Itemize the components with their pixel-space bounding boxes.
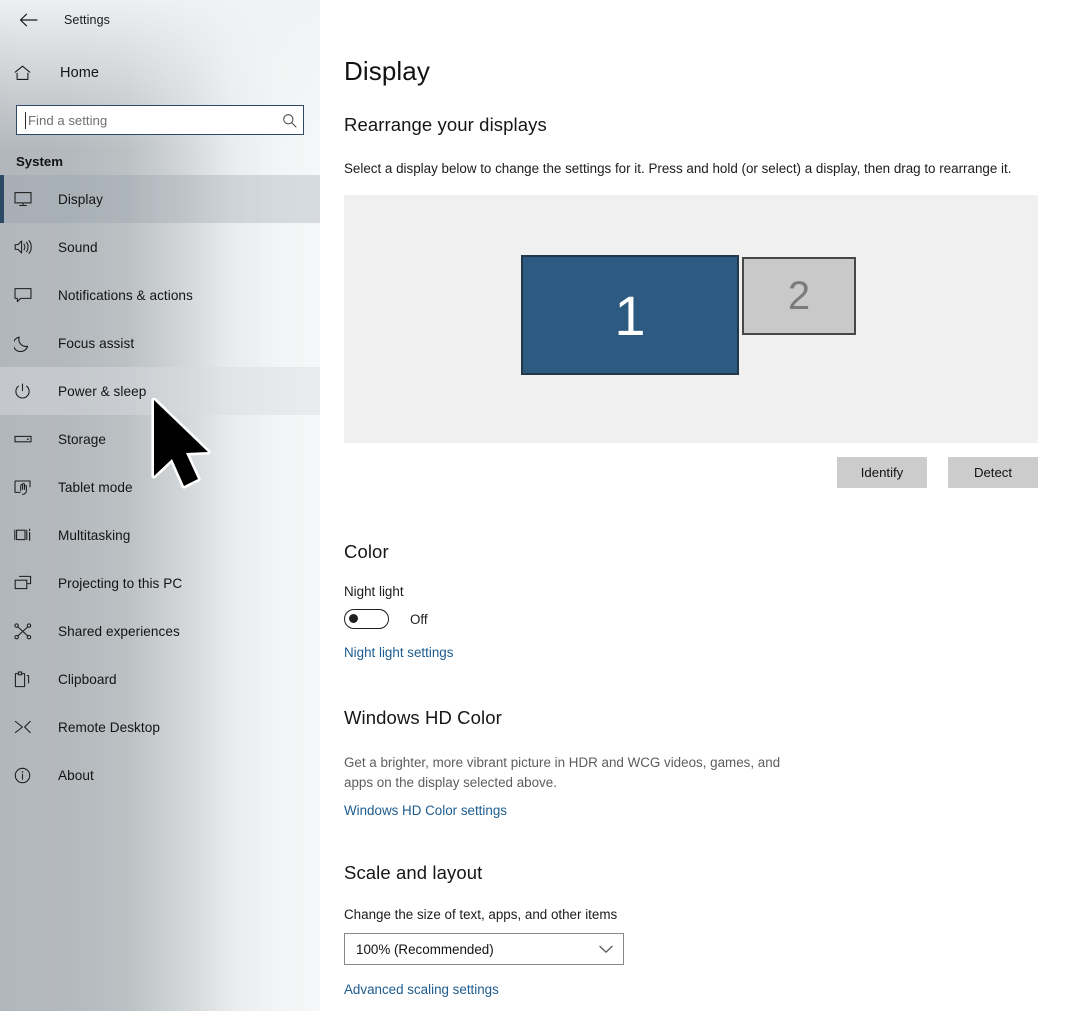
main-content: Display Rearrange your displays Select a… — [320, 0, 1081, 1011]
display-arrangement-canvas[interactable]: 1 2 — [344, 195, 1038, 444]
sidebar-item-label: Notifications & actions — [58, 287, 193, 303]
night-light-state: Off — [410, 611, 428, 627]
speaker-icon — [14, 239, 40, 255]
sidebar-item-focus-assist[interactable]: Focus assist — [0, 319, 320, 367]
sidebar-item-projecting-to-this-pc[interactable]: Projecting to this PC — [0, 559, 320, 607]
advanced-scaling-settings-link[interactable]: Advanced scaling settings — [344, 982, 499, 997]
title-bar: Settings — [0, 0, 320, 40]
hd-color-description: Get a brighter, more vibrant picture in … — [344, 755, 781, 790]
sidebar-item-multitasking[interactable]: Multitasking — [0, 511, 320, 559]
sidebar-item-label: Sound — [58, 239, 98, 255]
sidebar-item-storage[interactable]: Storage — [0, 415, 320, 463]
sidebar-item-home[interactable]: Home — [0, 52, 320, 94]
sidebar-item-label: About — [58, 767, 94, 783]
sidebar-item-label: Shared experiences — [58, 623, 180, 639]
clipboard-icon — [14, 670, 40, 688]
display-tile-number: 2 — [787, 273, 811, 318]
sidebar-group-label: System — [16, 154, 63, 169]
scale-dropdown[interactable]: 100% (Recommended) — [344, 933, 624, 966]
text-caret — [25, 112, 26, 129]
sidebar-item-label: Remote Desktop — [58, 719, 160, 735]
sidebar-item-power-sleep[interactable]: Power & sleep — [0, 367, 320, 415]
monitor-icon — [14, 191, 40, 207]
sidebar-item-display[interactable]: Display — [0, 175, 320, 223]
identify-button[interactable]: Identify — [837, 457, 927, 489]
display-actions: Identify Detect — [344, 457, 1038, 489]
tablet-icon — [14, 479, 40, 496]
sidebar-item-sound[interactable]: Sound — [0, 223, 320, 271]
page-title: Display — [344, 56, 430, 86]
drive-icon — [14, 432, 40, 446]
display-tile-1[interactable]: 1 — [521, 255, 739, 376]
toggle-knob — [348, 613, 358, 624]
display-tile-2[interactable]: 2 — [742, 257, 856, 336]
back-arrow-icon[interactable] — [12, 5, 44, 35]
detect-button[interactable]: Detect — [948, 457, 1038, 489]
sidebar-item-label: Projecting to this PC — [58, 575, 183, 591]
sidebar-item-label: Tablet mode — [58, 479, 133, 495]
scale-dropdown-value: 100% (Recommended) — [356, 941, 494, 957]
moon-icon — [14, 335, 40, 352]
sidebar: Settings Home System — [0, 0, 320, 1011]
scale-layout-heading: Scale and layout — [344, 862, 483, 884]
rearrange-heading: Rearrange your displays — [344, 114, 547, 135]
sidebar-item-about[interactable]: About — [0, 751, 320, 799]
multitasking-icon — [14, 527, 40, 544]
search-box[interactable] — [16, 105, 304, 135]
night-light-toggle-row: Off — [344, 609, 1081, 630]
sidebar-item-label: Power & sleep — [58, 383, 147, 399]
night-light-label: Night light — [344, 584, 404, 600]
sidebar-item-label: Storage — [58, 431, 106, 447]
sidebar-item-shared-experiences[interactable]: Shared experiences — [0, 607, 320, 655]
sidebar-item-remote-desktop[interactable]: Remote Desktop — [0, 703, 320, 751]
power-icon — [14, 382, 40, 400]
settings-window: Settings Home System — [0, 0, 1081, 1011]
info-icon — [14, 767, 40, 784]
rearrange-description: Select a display below to change the set… — [344, 161, 1012, 176]
share-icon — [14, 622, 40, 640]
remote-desktop-icon — [14, 719, 40, 735]
window-title: Settings — [64, 13, 110, 27]
search-icon[interactable] — [275, 106, 303, 134]
sidebar-item-notifications-actions[interactable]: Notifications & actions — [0, 271, 320, 319]
projecting-icon — [14, 575, 40, 591]
sidebar-item-clipboard[interactable]: Clipboard — [0, 655, 320, 703]
sidebar-item-label: Display — [58, 191, 103, 207]
notification-icon — [14, 287, 40, 303]
night-light-settings-link[interactable]: Night light settings — [344, 645, 453, 660]
sidebar-item-tablet-mode[interactable]: Tablet mode — [0, 463, 320, 511]
home-icon — [14, 65, 38, 81]
display-tile-number: 1 — [614, 283, 646, 347]
color-heading: Color — [344, 541, 389, 563]
night-light-toggle[interactable] — [344, 609, 389, 630]
scale-label: Change the size of text, apps, and other… — [344, 907, 618, 923]
chevron-down-icon — [599, 945, 613, 954]
sidebar-item-label: Focus assist — [58, 335, 135, 351]
sidebar-item-label: Clipboard — [58, 671, 117, 687]
hd-color-heading: Windows HD Color — [344, 707, 502, 729]
search-input[interactable] — [17, 106, 275, 134]
hd-color-settings-link[interactable]: Windows HD Color settings — [344, 803, 507, 818]
sidebar-nav-list: Display Sound Notifications & actions Fo… — [0, 175, 320, 799]
home-label: Home — [60, 65, 100, 81]
sidebar-item-label: Multitasking — [58, 527, 131, 543]
